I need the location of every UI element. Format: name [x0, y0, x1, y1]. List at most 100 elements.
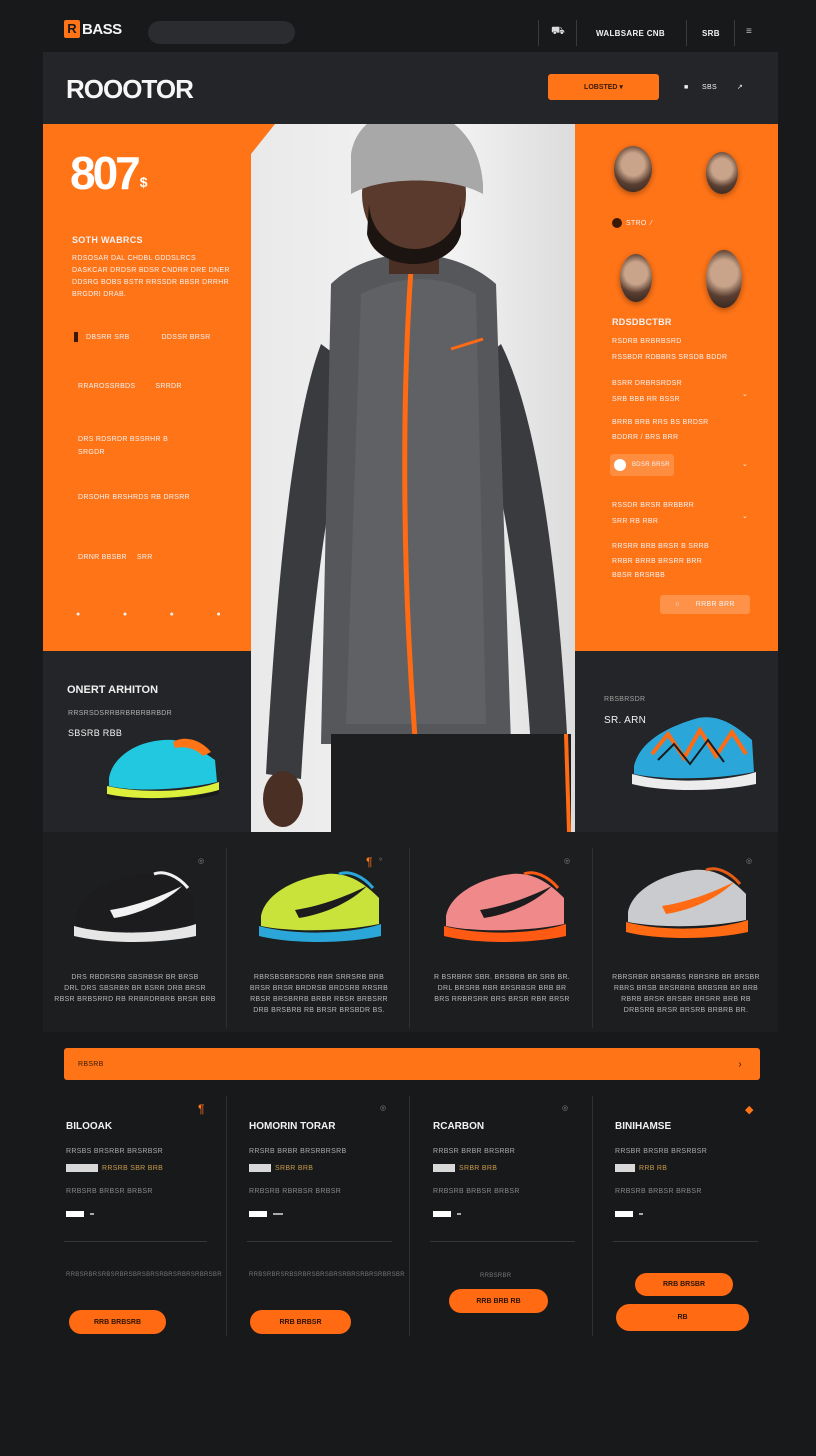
toggle-dot — [639, 1213, 643, 1215]
right-line: SRB BBB RR BSSR — [612, 396, 680, 403]
sneaker-image-grid[interactable] — [440, 866, 570, 946]
right-panel-button[interactable]: ○ RRBR BRR — [660, 595, 750, 614]
info-icon[interactable]: ⁹ — [379, 857, 382, 864]
athlete-illustration — [251, 124, 571, 832]
toggle-bar — [249, 1211, 267, 1217]
nav-link-2[interactable]: SRB — [702, 29, 720, 38]
chevron-icon[interactable]: ⌄ — [742, 390, 748, 398]
plan-line: SRBR BRB — [275, 1164, 314, 1172]
product-desc: DRS RBDRSRB SBSRBSR BR BRSB DRL DRS SBSR… — [54, 974, 216, 1003]
right-line: BDDRR / BRS BRR — [612, 434, 679, 441]
info-icon[interactable]: ◎ — [564, 857, 570, 865]
info-icon[interactable]: ◎ — [562, 1104, 568, 1112]
chevron-icon[interactable]: ⌄ — [742, 460, 748, 468]
plan-line: RRBSRB BRBSR BRBSR — [433, 1188, 520, 1195]
plan-meta: SRBR BRB — [249, 1164, 313, 1172]
plan-line: RRBSR BRBR BRSRBR — [433, 1148, 516, 1155]
dot-icon[interactable]: ● — [76, 611, 81, 618]
product-desc-line: DRB BRSBRB RB BRSR BRSBDR BS. — [253, 1007, 385, 1014]
label-bar — [66, 1164, 98, 1172]
left-row-5[interactable]: DRNR BBSBR SRR — [78, 554, 153, 561]
plan-toggle[interactable] — [433, 1211, 461, 1217]
plan-cta-button[interactable]: RRB BRBSRB — [69, 1310, 166, 1334]
sneaker-upper — [628, 869, 746, 927]
avatar[interactable] — [614, 146, 652, 192]
plan-secondary-button[interactable]: RB — [616, 1304, 749, 1331]
sneaker-image-cyan[interactable] — [103, 730, 223, 800]
right-line: SRR RB RBR — [612, 518, 659, 525]
plan-cta-button[interactable]: RRB BRB RB — [449, 1289, 548, 1313]
right-panel-button-label: RRBR BRR — [695, 601, 735, 608]
dot-icon[interactable]: ● — [170, 611, 175, 618]
search-input[interactable] — [148, 21, 295, 44]
top-nav: R BASS ⛟ WALBSARE CNB SRB ≡ — [0, 0, 816, 56]
plan-divider — [64, 1241, 207, 1242]
diamond-icon[interactable]: ◆ — [745, 1103, 753, 1116]
plan-title: RCARBON — [433, 1121, 485, 1132]
info-icon[interactable]: ◎ — [198, 857, 204, 865]
sneaker-image-grid[interactable] — [255, 866, 385, 946]
avatar[interactable] — [706, 152, 738, 194]
right-inline-label: BDSR BRSR — [632, 462, 670, 468]
toggle-bar — [66, 1211, 84, 1217]
sneaker-image-grid[interactable] — [622, 862, 752, 942]
toggle-icon — [614, 459, 626, 471]
dot-icon[interactable]: ● — [123, 611, 128, 618]
sneaker-upper — [76, 873, 194, 931]
dot-icon[interactable]: ● — [216, 611, 221, 618]
menu-icon[interactable]: ≡ — [746, 26, 752, 37]
plan-fine-print: RRBSRBRSRBSRBRSBRSBRSRBRSRBRSRBRSBR — [249, 1272, 405, 1278]
brand-logo[interactable]: R BASS — [64, 20, 122, 38]
right-tag-label: STRO — [626, 219, 647, 227]
left-row-3[interactable]: DRS RDSRDR BSSRHR B SRGDR — [78, 436, 168, 456]
left-row-4[interactable]: DRSOHR BRSHRDS RB DRSRR — [78, 494, 190, 501]
chevron-right-icon: › — [738, 1058, 742, 1070]
sneaker-upper — [446, 873, 564, 931]
header-meta-1: ■ — [684, 84, 689, 91]
sneaker-image-pattern[interactable] — [628, 710, 758, 790]
toggle-dot — [273, 1213, 283, 1215]
right-inline-button[interactable]: BDSR BRSR — [610, 454, 674, 476]
product-desc-line: RBRSBSBRSDRB RBR SRRSRB BRB — [253, 974, 385, 981]
plan-fine-print: RRBSRBR — [480, 1273, 512, 1279]
plan-title: BINIHAMSE — [615, 1121, 672, 1132]
flag-icon[interactable]: ¶ — [198, 1102, 204, 1116]
product-desc-line: DRBSRB BRSR BRSRB BRBRB BR. — [623, 1007, 749, 1014]
sneaker-image-grid[interactable] — [70, 866, 200, 946]
plan-line: RRSRB BRBR BRSRBRSRB — [249, 1148, 347, 1155]
nav-link-1[interactable]: WALBSARE CNB — [596, 29, 665, 38]
bar-icon — [74, 332, 78, 342]
left-row-1-a: DBSRR SRB — [86, 333, 130, 341]
left-row-5-b: SRR — [136, 554, 153, 561]
plan-line: RRSBS BRSRBR BRSRBSR — [66, 1148, 164, 1155]
section-banner[interactable]: RBSRB › — [64, 1048, 760, 1080]
plan-toggle[interactable] — [249, 1211, 283, 1217]
left-row-1[interactable]: DBSRR SRB DDSSR BRSR — [74, 332, 210, 342]
header-meta-2[interactable]: SBS — [702, 84, 717, 91]
plan-toggle[interactable] — [66, 1211, 94, 1217]
product-desc-line: DRL BRSRB RBR BRSRBSR BRB BR — [437, 985, 567, 992]
label-bar — [249, 1164, 271, 1172]
logo-text: BASS — [82, 20, 122, 38]
left-row-2[interactable]: RRAROSSRBDS SRRDR — [78, 383, 182, 390]
plan-cta-button[interactable]: RRB BRSBR — [635, 1273, 733, 1296]
product-desc-line: DRL DRS SBSRBR BR BSRR DRB BRSR — [64, 985, 206, 992]
plan-cta-button[interactable]: RRB BRBSR — [250, 1310, 351, 1334]
cart-icon[interactable]: ⛟ — [551, 25, 565, 39]
avatar[interactable] — [620, 254, 652, 302]
promo-left-title: ONERT ARHITON — [67, 684, 159, 696]
info-icon[interactable]: ◎ — [380, 1104, 386, 1112]
chevron-icon[interactable]: ⌄ — [742, 512, 748, 520]
product-desc-line: RBSR BRSBRRB BRBR RBSR BRBSRR — [250, 996, 388, 1003]
plan-toggle[interactable] — [615, 1211, 643, 1217]
lobsted-button[interactable]: LOBSTED ▾ — [548, 74, 659, 100]
product-desc-line: R BSRBRR SBR. BRSBRB BR SRB BR. — [433, 974, 571, 981]
hero-image — [251, 124, 575, 832]
tag-icon — [612, 218, 622, 228]
header-meta-3[interactable]: ↗ — [737, 83, 743, 91]
right-tag[interactable]: STRO ⁄ — [612, 218, 652, 228]
left-row-3-b: SRGDR — [78, 449, 105, 456]
avatar[interactable] — [706, 250, 742, 308]
plan-divider — [613, 1241, 758, 1242]
product-desc-line: RBSR BRBSRRD RB RRBRDRBRB BRSR BRB — [54, 996, 216, 1003]
